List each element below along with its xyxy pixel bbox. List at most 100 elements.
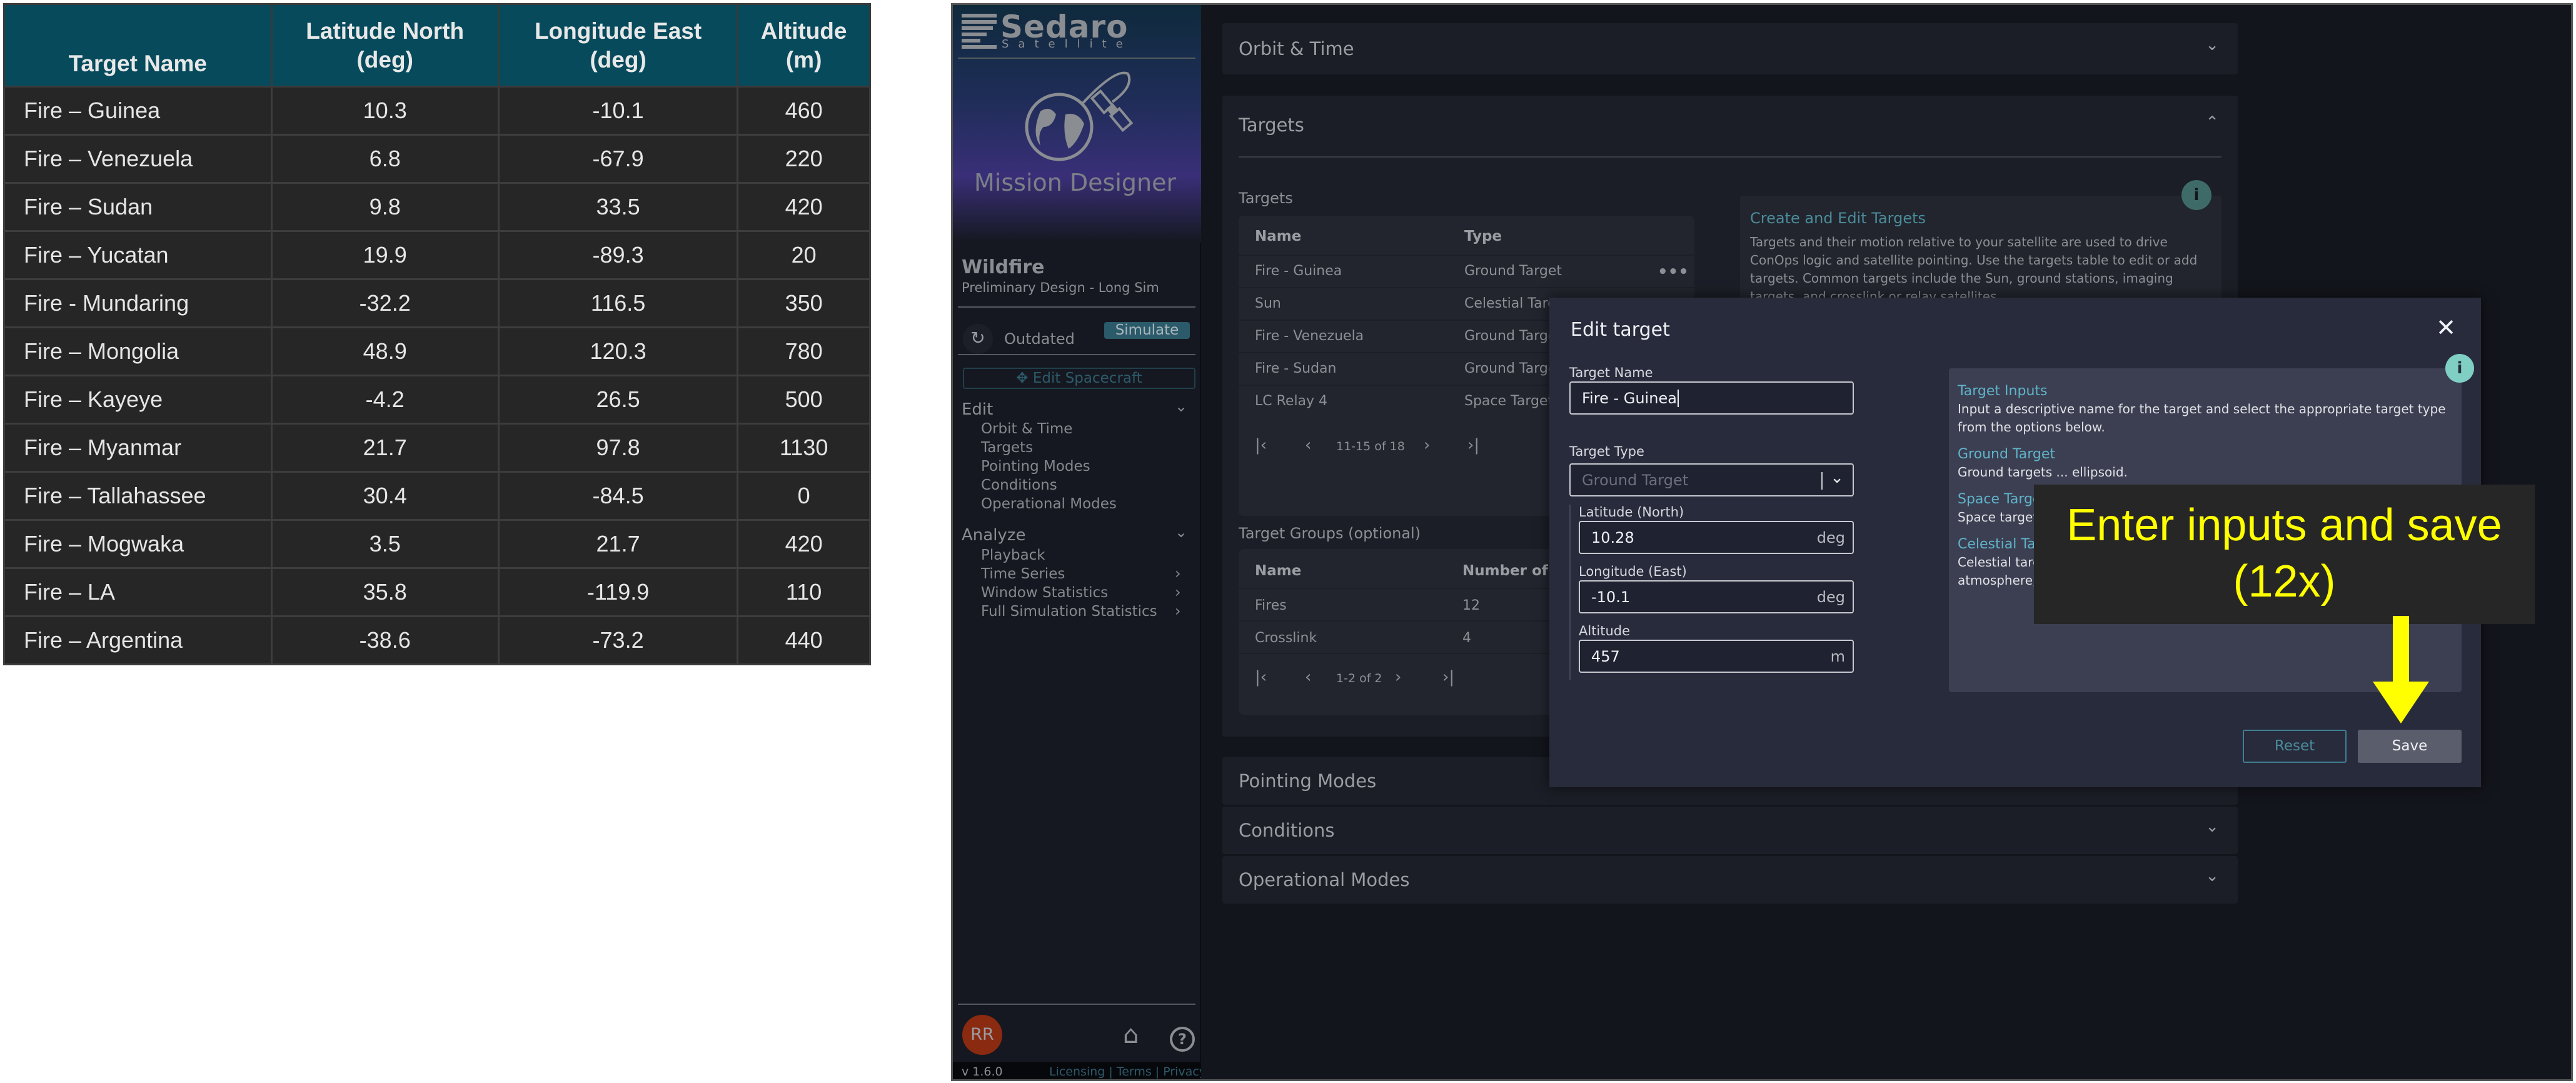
header-target-name: Target Name [3, 3, 273, 88]
target-name[interactable]: Fire - Guinea [1255, 263, 1342, 279]
user-avatar[interactable]: RR [962, 1015, 1002, 1055]
cell-longitude: -84.5 [497, 471, 739, 521]
project-name: Wildfire [962, 256, 1045, 278]
refresh-icon[interactable]: ↻ [963, 324, 993, 354]
chevron-right-icon[interactable]: › [1175, 602, 1181, 620]
cell-target-name: Fire – Yucatan [3, 230, 273, 280]
chevron-down-icon[interactable]: ⌄ [1175, 398, 1187, 415]
sidebar: Sedaro Satellite Mission Designer Wildfi… [953, 5, 1206, 1079]
privacy-link[interactable]: Privacy [1163, 1065, 1206, 1079]
operational-modes-panel[interactable]: Operational Modes ⌄ [1222, 856, 2238, 904]
target-name[interactable]: LC Relay 4 [1255, 393, 1327, 409]
reset-button[interactable]: Reset [2243, 730, 2347, 763]
cell-latitude: 21.7 [270, 423, 500, 473]
first-page-icon[interactable]: |‹ [1255, 436, 1267, 455]
nav-item-time-series[interactable]: Time Series [981, 566, 1065, 582]
cell-latitude: 6.8 [270, 134, 500, 184]
nav-item-orbit-time[interactable]: Orbit & Time [981, 421, 1072, 437]
latitude-input[interactable]: 10.28 deg [1579, 521, 1854, 554]
licensing-link[interactable]: Licensing [1049, 1065, 1105, 1079]
conditions-panel[interactable]: Conditions ⌄ [1222, 807, 2238, 854]
target-type[interactable]: Ground Target [1464, 328, 1562, 344]
prev-page-icon[interactable]: ‹ [1305, 436, 1311, 455]
nav-item-window-statistics[interactable]: Window Statistics [981, 585, 1108, 601]
header-altitude: Altitude (m) [737, 3, 871, 88]
longitude-input[interactable]: -10.1 deg [1579, 580, 1854, 613]
status-outdated: Outdated [1004, 330, 1075, 348]
cell-longitude: 21.7 [497, 519, 739, 569]
table-row: Fire – Kayeye -4.2 26.5 500 [3, 375, 871, 425]
nav-item-conditions[interactable]: Conditions [981, 477, 1057, 493]
chevron-down-icon[interactable]: ⌄ [1175, 523, 1187, 541]
target-type[interactable]: Space Target [1464, 393, 1553, 409]
help-icon[interactable]: ? [1170, 1027, 1195, 1052]
help-ground-body: Ground targets ... ellipsoid. [1958, 465, 2128, 480]
first-page-icon[interactable]: |‹ [1255, 668, 1267, 687]
help-title: Target Inputs [1958, 383, 2048, 399]
terms-link[interactable]: Terms [1117, 1065, 1152, 1079]
save-button[interactable]: Save [2358, 730, 2462, 763]
orbit-time-panel[interactable]: Orbit & Time ⌄ [1222, 23, 2238, 74]
target-groups-label: Target Groups (optional) [1239, 525, 1421, 542]
simulate-button[interactable]: Simulate [1104, 322, 1190, 339]
info-icon[interactable]: i [2445, 354, 2474, 383]
group-name[interactable]: Crosslink [1255, 630, 1317, 646]
pagination-label: 11-15 of 18 [1336, 440, 1405, 453]
target-name[interactable]: Fire - Sudan [1255, 361, 1337, 376]
cell-longitude: 26.5 [497, 375, 739, 425]
table-row: Fire – Mongolia 48.9 120.3 780 [3, 326, 871, 376]
cell-altitude: 20 [737, 230, 871, 280]
cell-target-name: Fire – Guinea [3, 86, 273, 136]
target-name[interactable]: Fire - Venezuela [1255, 328, 1364, 344]
target-type-select[interactable]: Ground Target ⌄ [1569, 463, 1854, 496]
chevron-down-icon[interactable]: ⌄ [2205, 867, 2219, 885]
info-icon[interactable]: i [2181, 180, 2211, 210]
edit-spacecraft-button[interactable]: ✥ Edit Spacecraft [963, 368, 1195, 389]
cell-altitude: 220 [737, 134, 871, 184]
target-name-value: Fire - Guinea [1582, 389, 1677, 407]
altitude-input[interactable]: 457 m [1579, 640, 1854, 673]
table-row: Fire – Argentina -38.6 -73.2 440 [3, 615, 871, 665]
chevron-up-icon[interactable]: ⌃ [2205, 113, 2219, 132]
next-page-icon[interactable]: › [1395, 668, 1401, 687]
nav-item-operational-modes[interactable]: Operational Modes [981, 496, 1117, 512]
chevron-right-icon[interactable]: › [1175, 565, 1181, 582]
target-name-input[interactable]: Fire - Guinea [1569, 381, 1854, 415]
nav-section-analyze[interactable]: Analyze [962, 526, 1025, 545]
table-row: Fire - Mundaring -32.2 116.5 350 [3, 278, 871, 328]
info-title: Create and Edit Targets [1750, 209, 1926, 227]
chevron-down-icon[interactable]: ⌄ [1830, 468, 1844, 487]
table-row: Fire – Yucatan 19.9 -89.3 20 [3, 230, 871, 280]
chevron-down-icon[interactable]: ⌄ [2205, 817, 2219, 836]
annotation-callout: Enter inputs and save (12x) [2034, 485, 2535, 624]
table-row: Fire – Venezuela 6.8 -67.9 220 [3, 134, 871, 184]
nav-item-targets[interactable]: Targets [981, 440, 1033, 456]
nav-item-full-simulation-statistics[interactable]: Full Simulation Statistics [981, 603, 1157, 620]
cell-latitude: 19.9 [270, 230, 500, 280]
group-name[interactable]: Fires [1255, 598, 1287, 613]
altitude-value: 457 [1591, 647, 1620, 665]
prev-page-icon[interactable]: ‹ [1305, 668, 1311, 687]
nav-item-pointing-modes[interactable]: Pointing Modes [981, 458, 1090, 475]
close-icon[interactable]: ✕ [2436, 314, 2456, 341]
row-menu-icon[interactable]: ••• [1658, 263, 1689, 281]
nav-section-edit[interactable]: Edit [962, 400, 993, 419]
panel-title: Operational Modes [1239, 869, 1410, 890]
home-icon[interactable]: ⌂ [1123, 1020, 1139, 1049]
last-page-icon[interactable]: ›| [1442, 668, 1454, 687]
row-divider [1239, 287, 1694, 288]
cell-longitude: -73.2 [497, 615, 739, 665]
target-type[interactable]: Ground Target [1464, 263, 1562, 279]
table-row: Fire – Myanmar 21.7 97.8 1130 [3, 423, 871, 473]
reference-target-table: Target Name Latitude North (deg) Longitu… [3, 3, 871, 665]
next-page-icon[interactable]: › [1424, 436, 1430, 455]
target-type[interactable]: Ground Target [1464, 361, 1562, 376]
cell-target-name: Fire – Tallahassee [3, 471, 273, 521]
target-name[interactable]: Sun [1255, 296, 1281, 311]
nav-item-playback[interactable]: Playback [981, 547, 1045, 563]
chevron-right-icon[interactable]: › [1175, 583, 1181, 601]
table-row: Fire – Tallahassee 30.4 -84.5 0 [3, 471, 871, 521]
latitude-value: 10.28 [1591, 528, 1634, 547]
chevron-down-icon[interactable]: ⌄ [2205, 36, 2219, 54]
last-page-icon[interactable]: ›| [1467, 436, 1479, 455]
